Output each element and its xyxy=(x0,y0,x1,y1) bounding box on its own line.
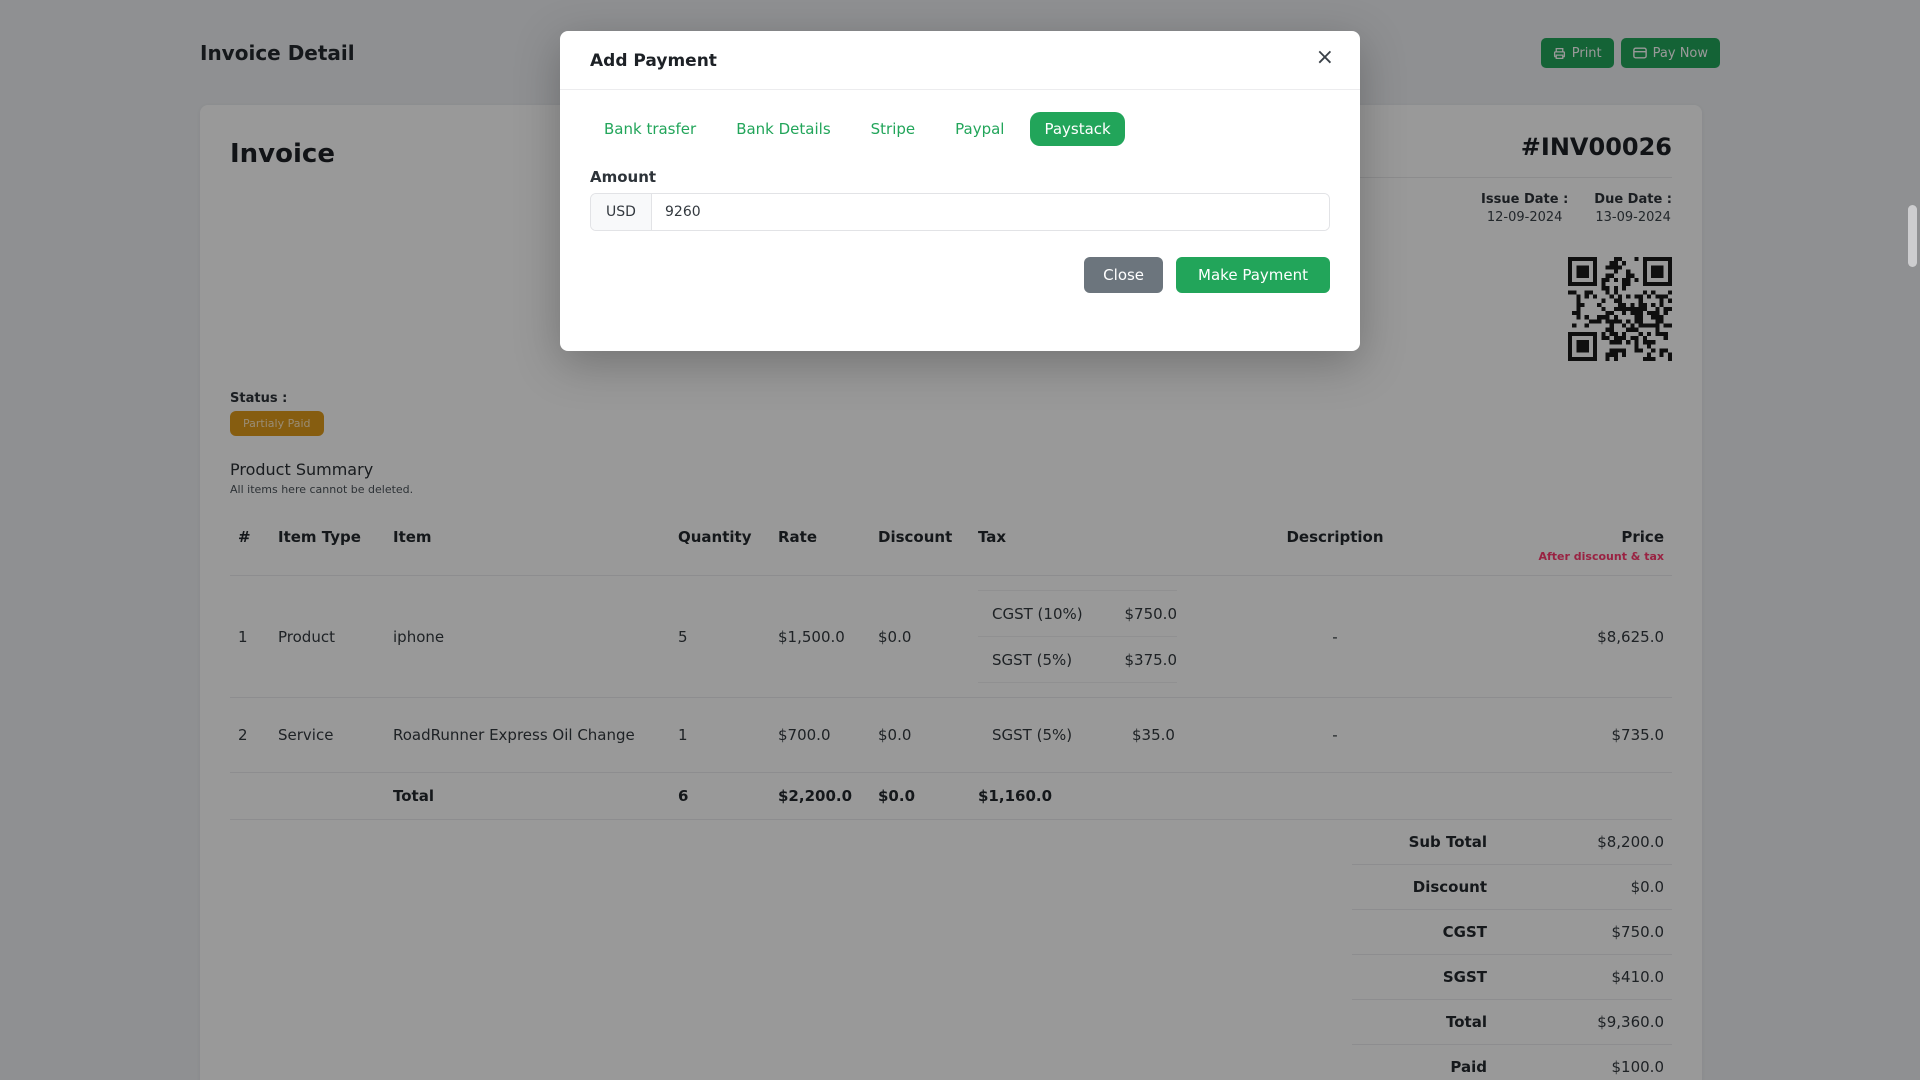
amount-input-group: USD xyxy=(590,193,1330,231)
modal-header: Add Payment × xyxy=(560,31,1360,90)
amount-label: Amount xyxy=(590,168,657,186)
close-button[interactable]: Close xyxy=(1084,257,1164,293)
close-icon[interactable]: × xyxy=(1316,47,1334,69)
tab-stripe[interactable]: Stripe xyxy=(857,112,930,146)
modal-title: Add Payment xyxy=(590,51,717,71)
tab-paypal[interactable]: Paypal xyxy=(941,112,1018,146)
amount-input[interactable] xyxy=(652,194,1329,230)
scrollbar-thumb[interactable] xyxy=(1908,205,1917,267)
modal-body: Bank trasfer Bank Details Stripe Paypal … xyxy=(560,90,1360,231)
tab-bank-details[interactable]: Bank Details xyxy=(722,112,844,146)
tab-paystack[interactable]: Paystack xyxy=(1030,112,1125,146)
make-payment-button[interactable]: Make Payment xyxy=(1176,257,1330,293)
modal-footer: Close Make Payment xyxy=(560,231,1360,351)
payment-method-tabs: Bank trasfer Bank Details Stripe Paypal … xyxy=(590,112,1330,146)
add-payment-modal: Add Payment × Bank trasfer Bank Details … xyxy=(560,31,1360,351)
tab-bank-transfer[interactable]: Bank trasfer xyxy=(590,112,710,146)
currency-prefix: USD xyxy=(591,194,652,230)
